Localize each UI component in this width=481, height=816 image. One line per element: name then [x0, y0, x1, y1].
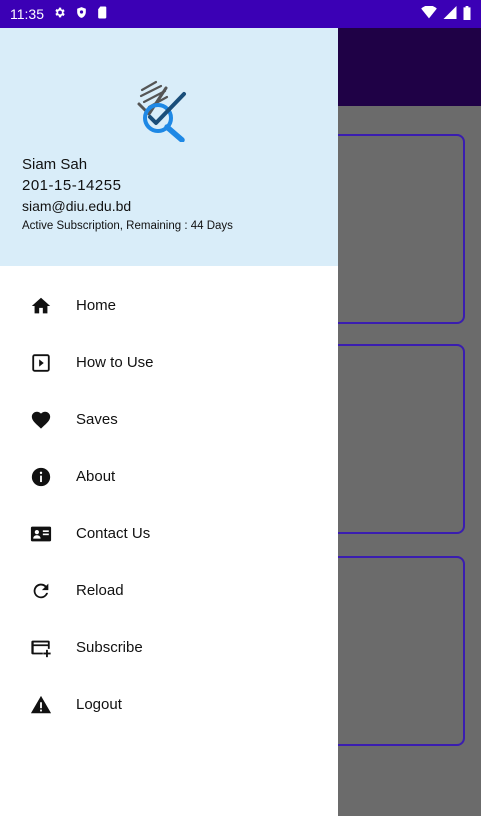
gear-icon [53, 6, 66, 22]
menu-label: Subscribe [76, 639, 143, 656]
menu-label: Home [76, 297, 117, 314]
menu-label: Logout [76, 696, 122, 713]
user-name: Siam Sah [22, 156, 88, 173]
menu-label: Contact Us [76, 525, 151, 542]
home-icon [30, 295, 52, 317]
drawer-menu: Home How to Use Saves About Contact Us R… [0, 277, 338, 733]
drawer-header: Siam Sah 201-15-14255 siam@diu.edu.bd Ac… [0, 28, 338, 266]
menu-label: About [76, 468, 116, 485]
signal-icon [443, 6, 457, 22]
info-icon [30, 466, 52, 488]
reload-icon [30, 580, 52, 602]
warning-icon [30, 694, 52, 716]
menu-item-contact-us[interactable]: Contact Us [0, 505, 338, 562]
shield-icon [75, 6, 88, 22]
credit-card-add-icon [30, 637, 52, 659]
document-search-logo [132, 80, 212, 143]
navigation-drawer: Siam Sah 201-15-14255 siam@diu.edu.bd Ac… [0, 28, 338, 816]
play-box-icon [30, 352, 52, 374]
sim-card-icon [97, 6, 108, 22]
menu-label: How to Use [76, 354, 154, 371]
battery-icon [463, 5, 471, 23]
menu-item-how-to-use[interactable]: How to Use [0, 334, 338, 391]
menu-label: Reload [76, 582, 124, 599]
status-time: 11:35 [10, 6, 44, 22]
user-email: siam@diu.edu.bd [22, 198, 132, 214]
wifi-icon [421, 5, 437, 22]
subscription-status: Active Subscription, Remaining : 44 Days [22, 220, 233, 232]
menu-item-home[interactable]: Home [0, 277, 338, 334]
heart-icon [30, 409, 52, 431]
menu-item-subscribe[interactable]: Subscribe [0, 619, 338, 676]
menu-item-about[interactable]: About [0, 448, 338, 505]
menu-item-reload[interactable]: Reload [0, 562, 338, 619]
status-bar: 11:35 [0, 0, 481, 28]
menu-item-logout[interactable]: Logout [0, 676, 338, 733]
user-id: 201-15-14255 [22, 177, 122, 194]
menu-label: Saves [76, 411, 118, 428]
contact-card-icon [30, 523, 52, 545]
menu-item-saves[interactable]: Saves [0, 391, 338, 448]
